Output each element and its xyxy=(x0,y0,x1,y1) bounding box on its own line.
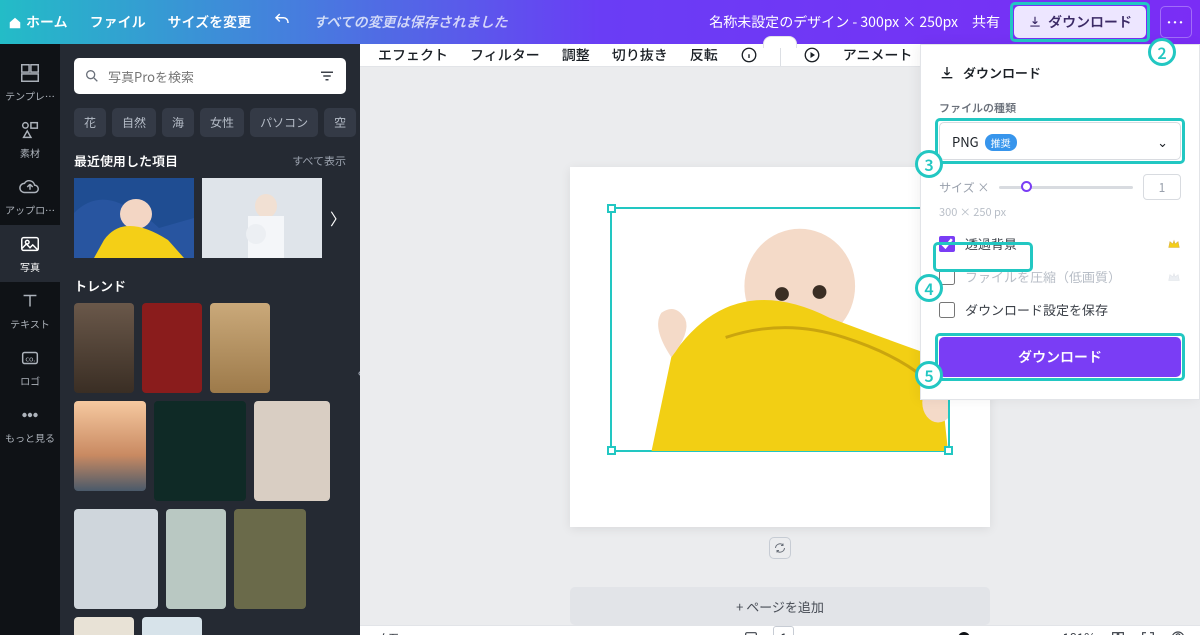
more-menu-button[interactable]: ⋯ xyxy=(1160,6,1192,38)
photo-thumb[interactable] xyxy=(74,401,146,491)
resize-handle[interactable] xyxy=(944,446,953,455)
photo-thumb[interactable] xyxy=(142,617,202,635)
chip[interactable]: 女性 xyxy=(200,108,244,137)
rail-templates[interactable]: テンプレ… xyxy=(0,54,60,111)
effect-button[interactable]: エフェクト xyxy=(378,45,448,65)
photo-thumb[interactable] xyxy=(74,509,158,609)
pages-icon[interactable] xyxy=(743,630,759,635)
sync-icon[interactable] xyxy=(769,537,791,559)
download-panel-title: ダウンロード xyxy=(939,63,1181,82)
rail-uploads[interactable]: アップロ… xyxy=(0,168,60,225)
chip-row: 花 自然 海 女性 パソコン 空 〉 xyxy=(74,108,360,137)
size-value[interactable]: 1 xyxy=(1143,174,1181,200)
panel-collapse-button[interactable]: ‹ xyxy=(350,344,360,398)
trend-heading: トレンド xyxy=(74,276,346,295)
design-title[interactable]: 名称未設定のデザイン - 300px × 250px xyxy=(709,12,958,32)
left-rail: テンプレ… 素材 アップロ… 写真 テキスト co.ロゴ もっと見る xyxy=(0,44,60,635)
chip[interactable]: 海 xyxy=(162,108,194,137)
search-icon xyxy=(84,68,100,84)
photo-thumb[interactable] xyxy=(154,401,246,501)
annotation-2: 2 xyxy=(1148,38,1176,66)
trend-grid xyxy=(74,303,346,635)
chip[interactable]: パソコン xyxy=(250,108,318,137)
save-status: すべての変更は保存されました xyxy=(313,12,507,32)
rail-logo[interactable]: co.ロゴ xyxy=(0,339,60,396)
resize-handle[interactable] xyxy=(607,446,616,455)
chip[interactable]: 空 xyxy=(324,108,356,137)
canvas-footer: メモ 1 181% xyxy=(360,625,1200,635)
search-input[interactable] xyxy=(108,67,310,86)
annotation-4: 4 xyxy=(915,274,943,302)
resize-handle[interactable] xyxy=(607,204,616,213)
search-box[interactable] xyxy=(74,58,346,94)
share-button[interactable]: 共有 xyxy=(972,12,1000,32)
crown-icon xyxy=(1167,237,1181,251)
animate-icon xyxy=(803,46,821,64)
rail-text[interactable]: テキスト xyxy=(0,282,60,339)
recent-heading: 最近使用した項目すべて表示 xyxy=(74,151,346,170)
size-slider[interactable] xyxy=(999,186,1133,189)
selection-box[interactable] xyxy=(610,207,950,452)
rail-photos[interactable]: 写真 xyxy=(0,225,60,282)
page-count[interactable]: 1 xyxy=(773,626,794,635)
filter-button[interactable]: フィルター xyxy=(470,45,540,65)
svg-text:co.: co. xyxy=(25,354,35,365)
photo-thumb[interactable] xyxy=(74,617,134,635)
photo-thumb[interactable] xyxy=(254,401,330,501)
footer-peek[interactable] xyxy=(763,36,797,48)
canvas-area: エフェクト フィルター 調整 切り抜き 反転 アニメート xyxy=(360,44,1200,635)
animate-button[interactable]: アニメート xyxy=(843,45,913,65)
download-icon xyxy=(939,65,955,81)
rail-elements[interactable]: 素材 xyxy=(0,111,60,168)
photo-thumb[interactable] xyxy=(166,509,226,609)
undo-button[interactable] xyxy=(273,11,291,34)
annotation-5: 5 xyxy=(915,361,943,389)
notes-button[interactable]: メモ xyxy=(374,628,400,635)
dimensions-label: 300 × 250 px xyxy=(939,204,1181,220)
filter-icon[interactable] xyxy=(318,67,336,85)
file-type-label: ファイルの種類 xyxy=(939,100,1181,116)
show-all-link[interactable]: すべて表示 xyxy=(292,153,346,169)
home-button[interactable]: ホーム xyxy=(8,12,68,32)
resize-menu[interactable]: サイズを変更 xyxy=(168,12,252,32)
adjust-button[interactable]: 調整 xyxy=(562,45,590,65)
photo-thumb[interactable] xyxy=(142,303,202,393)
photo-thumb[interactable] xyxy=(202,178,322,258)
thumb-scroll-right[interactable]: 〉 xyxy=(330,206,346,230)
save-settings-checkbox[interactable] xyxy=(939,302,955,318)
add-page-button[interactable]: + ページを追加 xyxy=(570,587,990,625)
photo-thumb[interactable] xyxy=(74,303,134,393)
photos-panel: 花 自然 海 女性 パソコン 空 〉 最近使用した項目すべて表示 〉 トレンド xyxy=(60,44,360,635)
download-panel: ダウンロード ファイルの種類 PNG推奨 ⌄ 3 サイズ × 1 300 × 2… xyxy=(920,44,1200,400)
chip[interactable]: 花 xyxy=(74,108,106,137)
crown-icon xyxy=(1167,270,1181,284)
chip[interactable]: 自然 xyxy=(112,108,156,137)
zoom-level[interactable]: 181% xyxy=(1062,628,1096,635)
crop-button[interactable]: 切り抜き xyxy=(612,45,668,65)
photo-thumb[interactable] xyxy=(210,303,270,393)
help-icon[interactable] xyxy=(1170,630,1186,635)
fullscreen-icon[interactable] xyxy=(1140,630,1156,635)
photo-thumb[interactable] xyxy=(74,178,194,258)
top-bar: ホーム ファイル サイズを変更 すべての変更は保存されました 名称未設定のデザイ… xyxy=(0,0,1200,44)
grid-view-icon[interactable] xyxy=(1110,630,1126,635)
file-menu[interactable]: ファイル xyxy=(90,12,146,32)
size-label: サイズ × xyxy=(939,179,989,196)
baby-image[interactable] xyxy=(612,209,948,451)
rail-more[interactable]: もっと見る xyxy=(0,396,60,453)
flip-button[interactable]: 反転 xyxy=(690,45,718,65)
save-settings-row[interactable]: ダウンロード設定を保存 xyxy=(939,300,1181,319)
info-icon[interactable] xyxy=(740,46,758,64)
photo-thumb[interactable] xyxy=(234,509,306,609)
annotation-3: 3 xyxy=(915,150,943,178)
